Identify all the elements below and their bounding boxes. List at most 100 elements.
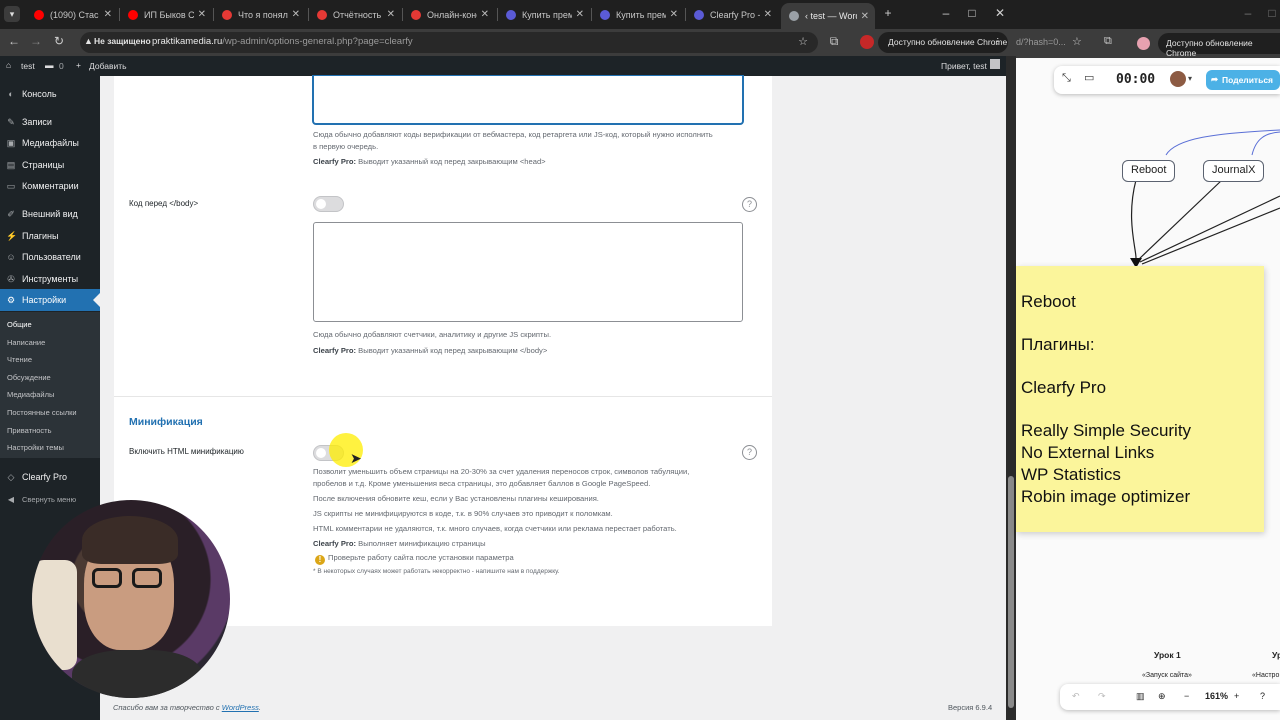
sidebar-item[interactable]: ▣ Медиафайлы [0,132,100,154]
submenu-item[interactable]: Чтение [7,355,32,364]
body-code-toggle[interactable] [313,196,344,212]
browser-tab[interactable]: ‹ test — Word ✕ [781,3,875,29]
help-question-icon[interactable]: ? [742,197,757,212]
body-code-textarea[interactable] [313,222,743,322]
mindmap-node-reboot[interactable]: Reboot [1122,160,1176,182]
browser-tab[interactable]: Отчётность д ✕ [309,4,401,25]
head-code-textarea[interactable] [313,76,743,124]
new-tab-button[interactable]: + [880,6,896,20]
help-question-icon[interactable]: ? [1260,691,1265,701]
bookmark-star-icon[interactable]: ☆ [1072,35,1082,48]
bookmark-star-icon[interactable]: ☆ [798,35,808,48]
submenu-item[interactable]: Обсуждение [7,373,51,382]
collapse-menu-button[interactable]: ◀ Свернуть меню [0,489,100,511]
fit-view-icon[interactable]: ⊕ [1158,691,1166,702]
whiteboard-canvas[interactable]: ⤡ ▭ 00:00 ▾ ➦ Поделиться Reboot JournalX … [1016,58,1280,720]
zoom-in-button[interactable]: + [1234,691,1239,701]
wordpress-icon [789,11,799,21]
comments-icon[interactable]: ▬ [45,60,54,70]
sidebar-item[interactable]: ▤ Страницы [0,154,100,176]
new-content-link[interactable]: Добавить [89,61,127,71]
browser-tab[interactable]: Что я поняла за ✕ [214,4,306,25]
tab-close-icon[interactable]: ✕ [861,11,869,22]
forward-icon[interactable]: → [28,34,44,48]
address-bar[interactable]: ▲ Не защищено praktikamedia.ru/wp-admin/… [80,32,818,53]
minify-footnote: * В некоторых случаях может работать нек… [313,568,560,575]
minimize-button[interactable]: – [1240,6,1256,20]
zoom-out-button[interactable]: − [1184,691,1189,701]
submenu-item[interactable]: Постоянные ссылки [7,408,77,417]
site-name-link[interactable]: test [21,61,35,71]
tab-search-chevron-icon[interactable]: ▾ [4,6,20,22]
chrome-update-button[interactable]: Доступно обновление Chrome [1158,33,1280,58]
sidebar-item[interactable]: ☺ Пользователи [0,246,100,268]
maximize-button[interactable]: □ [1264,6,1280,20]
extensions-icon[interactable]: ⧉ [826,34,842,49]
sidebar-item[interactable]: ✎ Записи [0,111,100,133]
home-icon[interactable]: ⌂ [6,60,11,70]
browser-tab[interactable]: ИП Быков Ста ✕ [120,4,212,25]
timer-display[interactable]: 00:00 [1116,72,1155,87]
back-icon[interactable]: ← [6,34,22,48]
user-avatar[interactable] [990,59,1000,69]
sidebar-item[interactable]: ⚙ Настройки [0,289,100,311]
tab-close-icon[interactable]: ✕ [576,9,584,20]
media-icon: ▣ [6,138,16,148]
share-button[interactable]: ➦ Поделиться [1206,70,1280,90]
redo-icon[interactable]: ↷ [1098,691,1106,702]
map-icon[interactable]: ▥ [1136,691,1145,702]
chat-icon[interactable]: ▭ [1084,71,1094,84]
sidebar-item[interactable]: ✇ Инструменты [0,268,100,290]
browser-tab[interactable]: Clearfy Pro - с ✕ [686,4,778,25]
plus-icon[interactable]: + [76,60,81,70]
not-secure-label[interactable]: Не защищено [94,36,151,46]
sticky-note[interactable]: Reboot Плагины: Clearfy Pro Really Simpl… [1016,266,1264,532]
browser-tab[interactable]: (1090) Стас Бы ✕ [26,4,118,25]
submenu-item[interactable]: Медиафайлы [7,390,54,399]
browser-tab[interactable]: Купить преми ✕ [592,4,684,25]
reload-icon[interactable]: ↻ [51,34,67,48]
wordpress-link[interactable]: WordPress [222,703,259,712]
submenu-item[interactable]: Приватность [7,426,52,435]
head-help-line2: в первую очередь. [313,142,379,151]
second-url-text[interactable]: d/?hash=0... [1016,37,1066,47]
chevron-down-icon[interactable]: ▾ [1188,74,1192,83]
sidebar-item[interactable]: ◐ Консоль [0,83,100,105]
browser-tab[interactable]: Купить преми ✕ [498,4,590,25]
avatar[interactable] [1170,71,1186,87]
undo-icon[interactable]: ↶ [1072,691,1080,702]
chrome-update-button[interactable]: Доступно обновление Chrome ⋮ [878,32,1008,53]
url-text[interactable]: praktikamedia.ru/wp-admin/options-genera… [152,36,413,47]
help-question-icon[interactable]: ? [742,445,757,460]
scrollbar-thumb[interactable] [1008,476,1014,708]
minimize-button[interactable]: – [938,6,954,20]
tab-title: Отчётность д [333,9,383,20]
submenu-item[interactable]: Написание [7,338,45,347]
tab-close-icon[interactable]: ✕ [670,9,678,20]
zoom-level[interactable]: 161% [1205,691,1228,701]
greeting-label[interactable]: Привет, test [941,61,987,71]
extensions-icon[interactable]: ⧉ [1104,35,1112,48]
browser-tab[interactable]: Онлайн-консу ✕ [403,4,495,25]
close-window-button[interactable]: ✕ [992,6,1008,20]
mindmap-node-journalx[interactable]: JournalX [1203,160,1265,182]
tab-close-icon[interactable]: ✕ [104,9,112,20]
sidebar-item[interactable]: ✐ Внешний вид [0,203,100,225]
tab-close-icon[interactable]: ✕ [764,9,772,20]
page-scrollbar[interactable] [1006,56,1016,720]
collapse-toolbar-icon[interactable]: ⤡ [1062,72,1071,85]
tab-close-icon[interactable]: ✕ [198,9,206,20]
submenu-item[interactable]: Настройки темы [7,443,64,452]
tab-title: Купить преми [616,9,666,20]
sidebar-item-clearfy[interactable]: ◇ Clearfy Pro [0,466,100,488]
tab-close-icon[interactable]: ✕ [292,9,300,20]
tab-close-icon[interactable]: ✕ [481,9,489,20]
profile-avatar[interactable] [860,35,874,49]
sidebar-item[interactable]: ⚡ Плагины [0,225,100,247]
profile-avatar[interactable] [1137,37,1150,50]
maximize-button[interactable]: □ [964,6,980,20]
sidebar-item[interactable]: ▭ Комментарии [0,175,100,197]
minify-help-line5: HTML комментарии не удаляются, т.к. мног… [313,524,677,533]
tab-close-icon[interactable]: ✕ [387,9,395,20]
submenu-item[interactable]: Общие [7,320,32,329]
